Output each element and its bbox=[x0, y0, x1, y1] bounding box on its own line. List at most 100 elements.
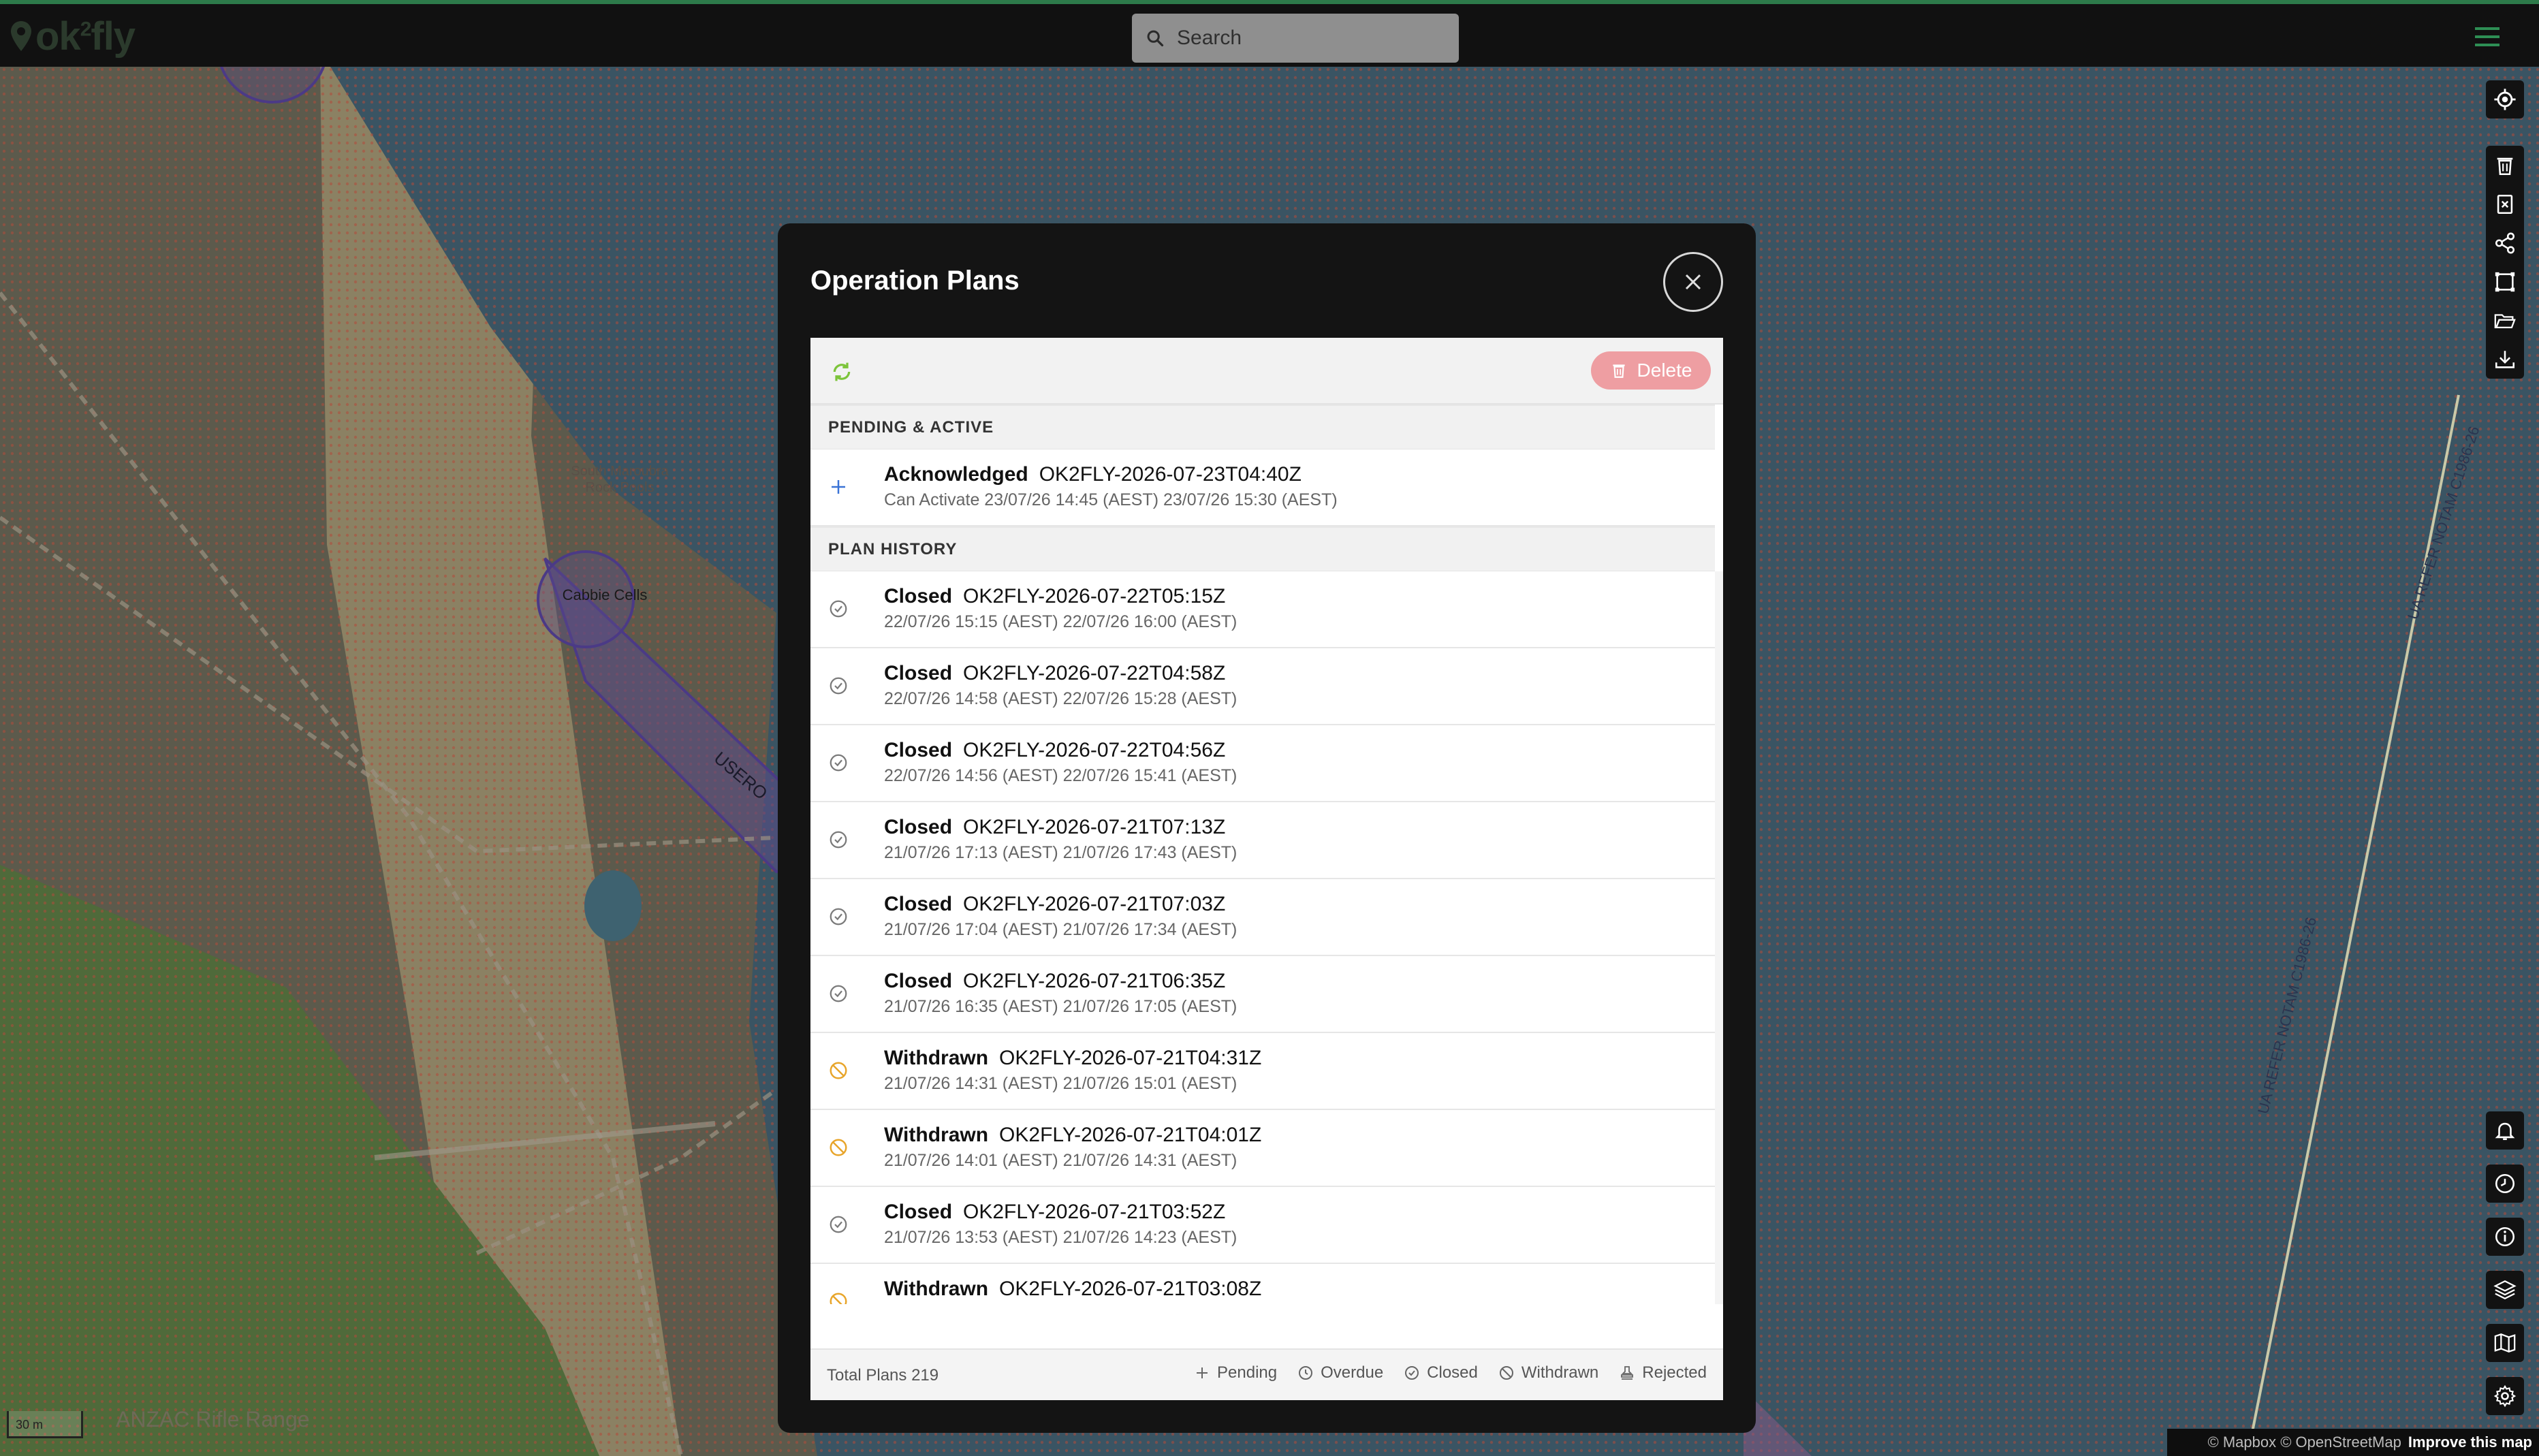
info-button[interactable] bbox=[2486, 1218, 2524, 1256]
refresh-icon[interactable] bbox=[831, 361, 853, 383]
plan-times: 21/07/26 17:13 (AEST) 21/07/26 17:43 (AE… bbox=[884, 843, 1237, 862]
plan-row[interactable]: Closed OK2FLY-2026-07-21T06:35Z 21/07/26 1… bbox=[810, 956, 1715, 1033]
attribution-text: © Mapbox © OpenStreetMap bbox=[2207, 1434, 2401, 1451]
plan-status: Withdrawn bbox=[884, 1047, 989, 1069]
folder-open-icon bbox=[2494, 313, 2516, 328]
section-header-plan-history: PLAN HISTORY bbox=[810, 526, 1715, 571]
check-circle-icon bbox=[1405, 1366, 1419, 1380]
plus-icon bbox=[828, 477, 849, 497]
modal-title: Operation Plans bbox=[810, 266, 1020, 296]
plan-status: Closed bbox=[884, 1201, 953, 1223]
search-bar[interactable] bbox=[1132, 14, 1459, 63]
legend-pending-label: Pending bbox=[1217, 1363, 1278, 1382]
plan-title: Closed OK2FLY-2026-07-22T04:56Z bbox=[884, 739, 1225, 762]
open-folder-button[interactable] bbox=[2486, 301, 2524, 340]
plan-title: Withdrawn OK2FLY-2026-07-21T04:31Z bbox=[884, 1047, 1261, 1070]
download-icon bbox=[2495, 350, 2515, 368]
top-bar: ok2fly bbox=[0, 0, 2539, 67]
plan-row[interactable]: Withdrawn OK2FLY-2026-07-21T03:08Z bbox=[810, 1264, 1715, 1304]
map-attribution: © Mapbox © OpenStreetMap Improve this ma… bbox=[2167, 1429, 2539, 1456]
logo-superscript: 2 bbox=[80, 18, 92, 41]
hamburger-menu-icon[interactable] bbox=[2474, 25, 2501, 49]
map-icon bbox=[2494, 1333, 2516, 1352]
plan-times: 21/07/26 14:01 (AEST) 21/07/26 14:31 (AE… bbox=[884, 1151, 1237, 1170]
plan-row[interactable]: Closed OK2FLY-2026-07-22T04:58Z 22/07/26 1… bbox=[810, 648, 1715, 725]
plan-row[interactable]: Closed OK2FLY-2026-07-21T07:13Z 21/07/26 1… bbox=[810, 802, 1715, 879]
plan-id: OK2FLY-2026-07-21T07:03Z bbox=[963, 893, 1226, 915]
plan-times: 22/07/26 14:56 (AEST) 22/07/26 15:41 (AE… bbox=[884, 766, 1237, 785]
locate-me-button[interactable] bbox=[2486, 80, 2524, 118]
draw-polygon-button[interactable] bbox=[2486, 262, 2524, 301]
basemap-button[interactable] bbox=[2486, 1324, 2524, 1362]
plan-row[interactable]: Closed OK2FLY-2026-07-22T04:56Z 22/07/26 1… bbox=[810, 725, 1715, 802]
plan-id: OK2FLY-2026-07-21T06:35Z bbox=[963, 970, 1226, 992]
ban-icon bbox=[828, 1060, 849, 1081]
plan-row[interactable]: Closed OK2FLY-2026-07-21T07:03Z 21/07/26 1… bbox=[810, 879, 1715, 956]
app-logo[interactable]: ok2fly bbox=[10, 12, 136, 60]
plan-title: Closed OK2FLY-2026-07-22T05:15Z bbox=[884, 585, 1225, 608]
plan-status: Withdrawn bbox=[884, 1278, 989, 1300]
plan-row[interactable]: Withdrawn OK2FLY-2026-07-21T04:31Z 21/07/2… bbox=[810, 1033, 1715, 1110]
check-circle-icon bbox=[828, 1214, 849, 1235]
operation-plans-modal: Operation Plans Delete PENDING & ACTIVE … bbox=[778, 223, 1756, 1433]
close-icon bbox=[1685, 274, 1701, 290]
plan-row[interactable]: Closed OK2FLY-2026-07-22T05:15Z 22/07/26 1… bbox=[810, 571, 1715, 648]
map-place-label-cabbie: Cabbie Cells bbox=[562, 586, 648, 603]
legend-overdue: Overdue bbox=[1297, 1363, 1383, 1382]
plan-status: Closed bbox=[884, 585, 953, 607]
clear-all-button[interactable] bbox=[2486, 185, 2524, 223]
close-button[interactable] bbox=[1663, 252, 1723, 312]
plan-status: Closed bbox=[884, 739, 953, 761]
legend-withdrawn-label: Withdrawn bbox=[1521, 1363, 1599, 1382]
delete-shape-button[interactable] bbox=[2486, 146, 2524, 185]
plan-title: Closed OK2FLY-2026-07-22T04:58Z bbox=[884, 662, 1225, 685]
check-circle-icon bbox=[828, 829, 849, 850]
plan-title: Closed OK2FLY-2026-07-21T03:52Z bbox=[884, 1201, 1225, 1224]
plan-status: Closed bbox=[884, 662, 953, 684]
trash-icon bbox=[2497, 157, 2513, 175]
plan-status: Closed bbox=[884, 970, 953, 992]
download-button[interactable] bbox=[2486, 340, 2524, 379]
ban-icon bbox=[828, 1137, 849, 1158]
plan-status: Acknowledged bbox=[884, 463, 1028, 486]
plans-panel: Delete PENDING & ACTIVE Acknowledged OK2F… bbox=[810, 338, 1723, 1400]
history-scrollbar[interactable] bbox=[1715, 571, 1723, 1304]
plan-row[interactable]: Withdrawn OK2FLY-2026-07-21T04:01Z 21/07/2… bbox=[810, 1110, 1715, 1187]
info-icon bbox=[2495, 1226, 2515, 1247]
settings-button[interactable] bbox=[2486, 1377, 2524, 1415]
plan-title: Closed OK2FLY-2026-07-21T06:35Z bbox=[884, 970, 1225, 993]
gear-icon bbox=[2493, 1384, 2517, 1408]
legend-rejected: Rejected bbox=[1619, 1363, 1707, 1382]
plan-times: 22/07/26 15:15 (AEST) 22/07/26 16:00 (AE… bbox=[884, 612, 1237, 631]
improve-map-link[interactable]: Improve this map bbox=[2408, 1434, 2532, 1451]
plan-history-list[interactable]: Closed OK2FLY-2026-07-22T05:15Z 22/07/26 1… bbox=[810, 571, 1723, 1304]
plus-icon bbox=[1197, 1367, 1208, 1378]
legend-pending: Pending bbox=[1194, 1363, 1277, 1382]
plan-title: Withdrawn OK2FLY-2026-07-21T03:08Z bbox=[884, 1278, 1261, 1301]
ban-icon bbox=[828, 1291, 849, 1304]
check-circle-icon bbox=[828, 676, 849, 696]
delete-button[interactable]: Delete bbox=[1591, 351, 1711, 390]
plan-title: Closed OK2FLY-2026-07-21T07:13Z bbox=[884, 816, 1225, 839]
plan-times: 21/07/26 14:31 (AEST) 21/07/26 15:01 (AE… bbox=[884, 1074, 1237, 1093]
plan-id: OK2FLY-2026-07-23T04:40Z bbox=[1039, 463, 1302, 486]
plan-id: OK2FLY-2026-07-21T07:13Z bbox=[963, 816, 1226, 838]
map-scale: 30 m bbox=[7, 1411, 83, 1438]
share-button[interactable] bbox=[2486, 223, 2524, 262]
stamp-icon bbox=[1621, 1366, 1634, 1380]
notifications-button[interactable] bbox=[2486, 1111, 2524, 1150]
layers-button[interactable] bbox=[2486, 1271, 2524, 1309]
plan-times: 22/07/26 14:58 (AEST) 22/07/26 15:28 (AE… bbox=[884, 689, 1237, 708]
section-header-pending-active: PENDING & ACTIVE bbox=[810, 405, 1715, 449]
clear-file-icon bbox=[2497, 194, 2513, 214]
plan-row[interactable]: Closed OK2FLY-2026-07-21T03:52Z 21/07/26 1… bbox=[810, 1187, 1715, 1264]
plan-id: OK2FLY-2026-07-21T03:08Z bbox=[999, 1278, 1262, 1300]
map-tools-group bbox=[2486, 146, 2524, 379]
search-input[interactable] bbox=[1176, 26, 1451, 50]
plan-times: 21/07/26 13:53 (AEST) 21/07/26 14:23 (AE… bbox=[884, 1228, 1237, 1247]
clock-icon bbox=[1299, 1366, 1313, 1380]
layers-icon bbox=[2493, 1280, 2517, 1300]
history-button[interactable] bbox=[2486, 1165, 2524, 1203]
plan-row[interactable]: Acknowledged OK2FLY-2026-07-23T04:40Z Can … bbox=[810, 449, 1715, 526]
plan-times: Can Activate 23/07/26 14:45 (AEST) 23/07… bbox=[884, 490, 1338, 509]
